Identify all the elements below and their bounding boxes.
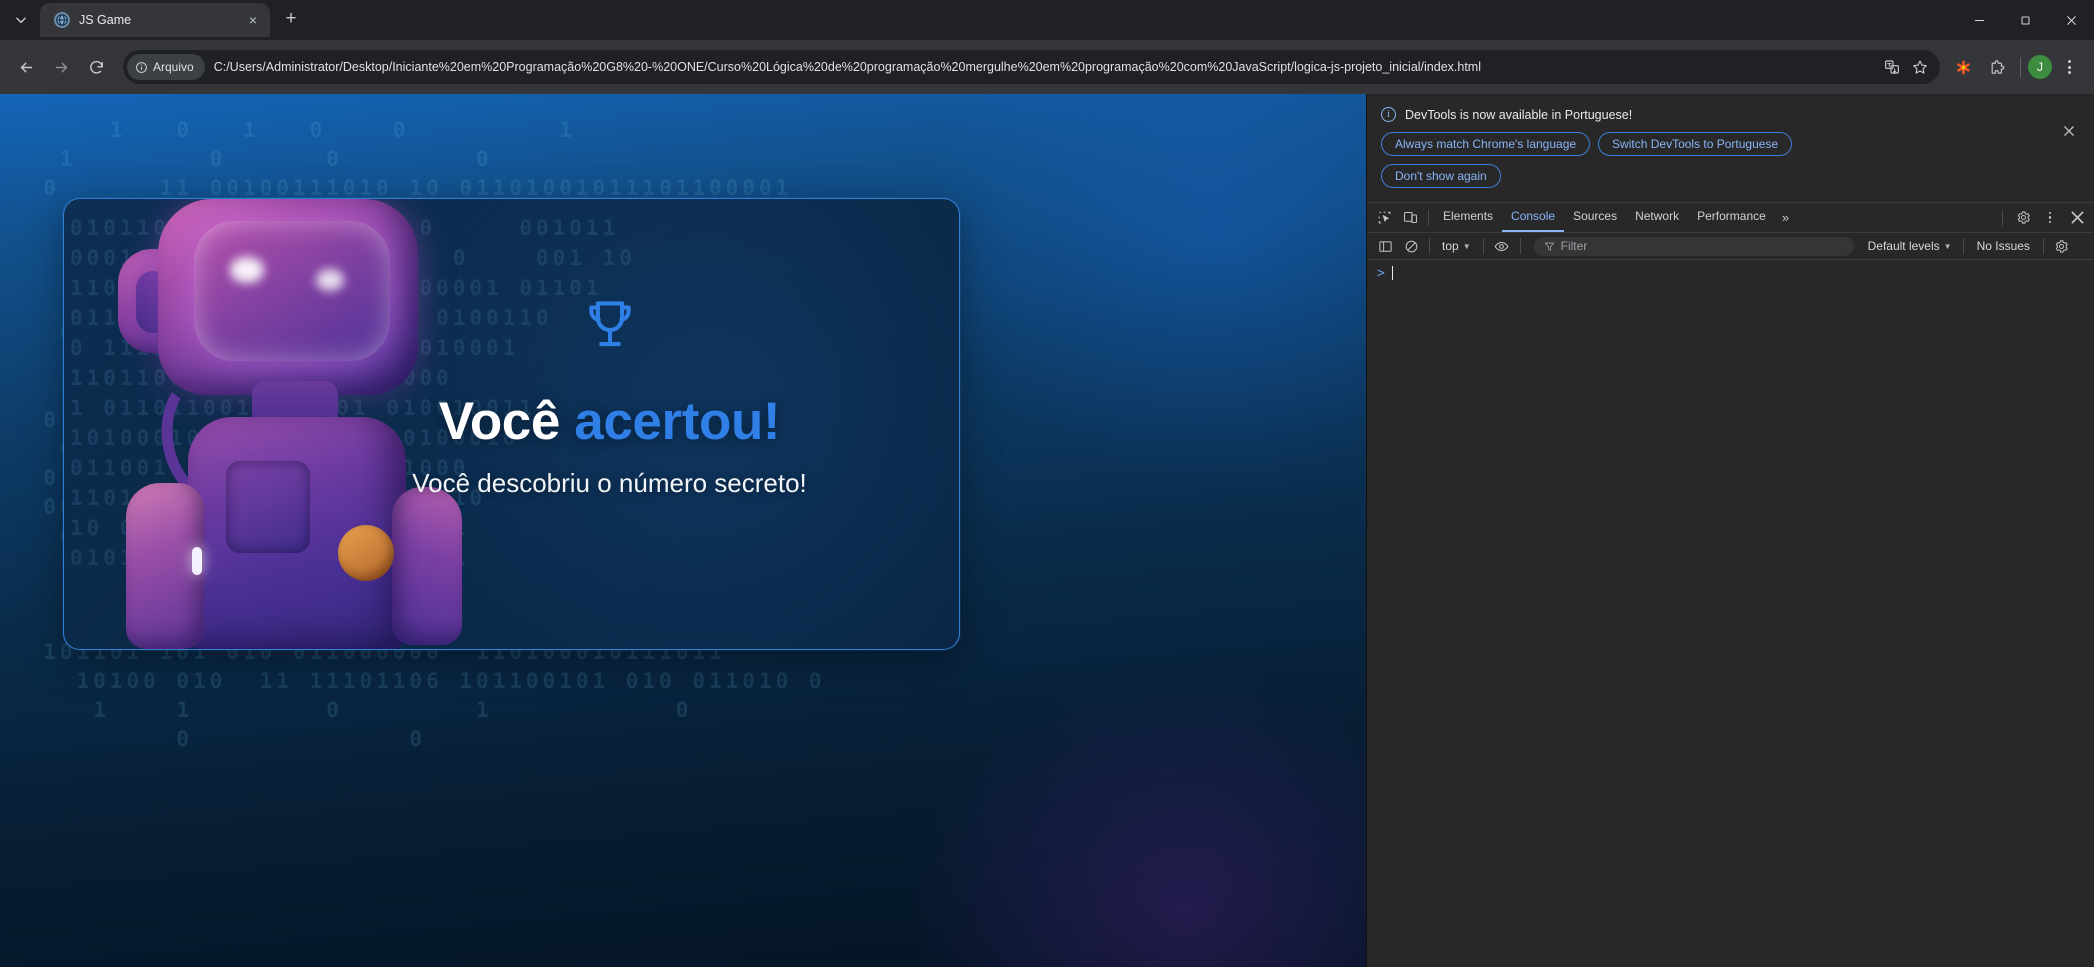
address-bar-url[interactable]: C:/Users/Administrator/Desktop/Iniciante… bbox=[214, 60, 1878, 74]
result-subtitle: Você descobriu o número secreto! bbox=[412, 468, 807, 498]
tab-bar-divider-right bbox=[2002, 209, 2003, 226]
filter-divider-2 bbox=[1482, 238, 1484, 254]
page-viewport: 1 0 1 0 0 1 1 0 0 0 0 11 00100111010 10 … bbox=[0, 94, 1366, 967]
filter-divider-3 bbox=[1519, 238, 1521, 254]
console-filter-bar: top ▼ Filter Default levels ▼ No Issues bbox=[1367, 233, 2094, 260]
inspect-element-icon[interactable] bbox=[1371, 205, 1397, 231]
background-glow-top bbox=[906, 94, 1366, 494]
forward-button[interactable] bbox=[45, 51, 77, 83]
console-levels-selector[interactable]: Default levels ▼ bbox=[1862, 237, 1958, 255]
tab-performance[interactable]: Performance bbox=[1688, 203, 1775, 232]
chevron-down-icon-levels: ▼ bbox=[1943, 241, 1952, 251]
profile-avatar[interactable]: J bbox=[2028, 55, 2052, 79]
result-headline: Você acertou! bbox=[438, 391, 781, 452]
filter-divider-4 bbox=[1962, 238, 1964, 254]
console-prompt-row[interactable]: > bbox=[1367, 260, 2094, 280]
back-button[interactable] bbox=[10, 51, 42, 83]
puzzle-piece-icon[interactable] bbox=[1981, 51, 2013, 83]
notice-message: DevTools is now available in Portuguese! bbox=[1405, 107, 1633, 122]
console-text-caret bbox=[1391, 266, 1393, 280]
dont-show-again-button[interactable]: Don't show again bbox=[1381, 164, 1501, 188]
browser-window: JS Game × + Arquivo C:/Users/Administrat… bbox=[0, 0, 2094, 967]
console-context-selector[interactable]: top ▼ bbox=[1435, 237, 1478, 255]
notice-message-row: i DevTools is now available in Portugues… bbox=[1381, 107, 2078, 122]
headline-plain: Você bbox=[438, 392, 575, 451]
tab-close-icon[interactable]: × bbox=[244, 11, 262, 29]
devtools-tab-bar-right bbox=[1997, 205, 2090, 231]
console-settings-gear-icon[interactable] bbox=[2049, 233, 2075, 259]
close-window-button[interactable] bbox=[2048, 0, 2094, 40]
switch-to-portuguese-button[interactable]: Switch DevTools to Portuguese bbox=[1598, 132, 1793, 156]
devtools-language-notice: i DevTools is now available in Portugues… bbox=[1367, 94, 2094, 203]
console-prompt-arrow-icon: > bbox=[1377, 265, 1385, 281]
reload-button[interactable] bbox=[80, 51, 112, 83]
console-levels-label: Default levels bbox=[1867, 239, 1940, 253]
result-card: 01011010 1 01 00011 0 001011 00010111110… bbox=[63, 198, 960, 650]
tab-console[interactable]: Console bbox=[1502, 203, 1565, 232]
devtools-menu-icon[interactable] bbox=[2038, 206, 2062, 230]
devtools-panel: i DevTools is now available in Portugues… bbox=[1366, 94, 2094, 967]
chevron-down-icon: ▼ bbox=[1462, 241, 1471, 251]
tab-bar-divider bbox=[1428, 209, 1429, 226]
console-issues-label[interactable]: No Issues bbox=[1969, 237, 2038, 255]
device-toolbar-icon[interactable] bbox=[1397, 205, 1423, 231]
maximize-button[interactable] bbox=[2002, 0, 2048, 40]
background-glow-bottom bbox=[906, 667, 1366, 967]
browser-tab[interactable]: JS Game × bbox=[40, 3, 270, 37]
trophy-icon bbox=[581, 295, 639, 353]
filter-divider-1 bbox=[1429, 238, 1430, 254]
globe-icon bbox=[54, 12, 70, 28]
file-scheme-chip[interactable]: Arquivo bbox=[127, 54, 205, 80]
tab-network[interactable]: Network bbox=[1626, 203, 1688, 232]
tab-search-icon[interactable] bbox=[4, 5, 38, 35]
console-sidebar-icon[interactable] bbox=[1372, 233, 1398, 259]
minimize-button[interactable] bbox=[1956, 0, 2002, 40]
bookmark-star-icon[interactable] bbox=[1906, 53, 1934, 81]
browser-toolbar: Arquivo C:/Users/Administrator/Desktop/I… bbox=[0, 40, 2094, 94]
more-tabs-icon[interactable]: » bbox=[1775, 210, 1796, 225]
headline-accent: acertou! bbox=[574, 392, 781, 451]
filter-divider-5 bbox=[2042, 238, 2044, 254]
toolbar-right-icons: J bbox=[1947, 51, 2084, 83]
extension-orange-icon[interactable] bbox=[1947, 51, 1979, 83]
tab-strip: JS Game × + bbox=[0, 0, 2094, 40]
filter-placeholder: Filter bbox=[1560, 239, 1588, 253]
clear-console-icon[interactable] bbox=[1398, 233, 1424, 259]
tab-elements[interactable]: Elements bbox=[1434, 203, 1502, 232]
info-circle-icon: i bbox=[1381, 107, 1396, 122]
tab-title: JS Game bbox=[79, 13, 132, 27]
new-tab-button[interactable]: + bbox=[276, 4, 306, 34]
tab-sources[interactable]: Sources bbox=[1564, 203, 1626, 232]
console-output-area[interactable]: > bbox=[1367, 260, 2094, 967]
translate-icon[interactable] bbox=[1878, 53, 1906, 81]
browser-menu-button[interactable] bbox=[2054, 51, 2084, 83]
notice-buttons: Always match Chrome's language Switch De… bbox=[1381, 132, 1901, 188]
devtools-tab-bar: Elements Console Sources Network Perform… bbox=[1367, 203, 2094, 233]
live-expression-icon[interactable] bbox=[1489, 233, 1515, 259]
gear-icon[interactable] bbox=[2010, 205, 2036, 231]
console-filter-input[interactable]: Filter bbox=[1533, 236, 1854, 256]
console-context-label: top bbox=[1442, 239, 1459, 253]
card-content: Você acertou! Você descobriu o número se… bbox=[64, 295, 959, 499]
window-controls bbox=[1956, 0, 2094, 40]
tab-strip-left: JS Game × + bbox=[0, 0, 306, 40]
filter-icon bbox=[1544, 242, 1555, 251]
address-bar[interactable]: Arquivo C:/Users/Administrator/Desktop/I… bbox=[123, 50, 1940, 84]
close-notice-icon[interactable] bbox=[2058, 120, 2080, 142]
always-match-language-button[interactable]: Always match Chrome's language bbox=[1381, 132, 1591, 156]
toolbar-divider bbox=[2020, 57, 2021, 77]
close-devtools-icon[interactable] bbox=[2064, 205, 2090, 231]
file-scheme-label: Arquivo bbox=[153, 60, 194, 74]
